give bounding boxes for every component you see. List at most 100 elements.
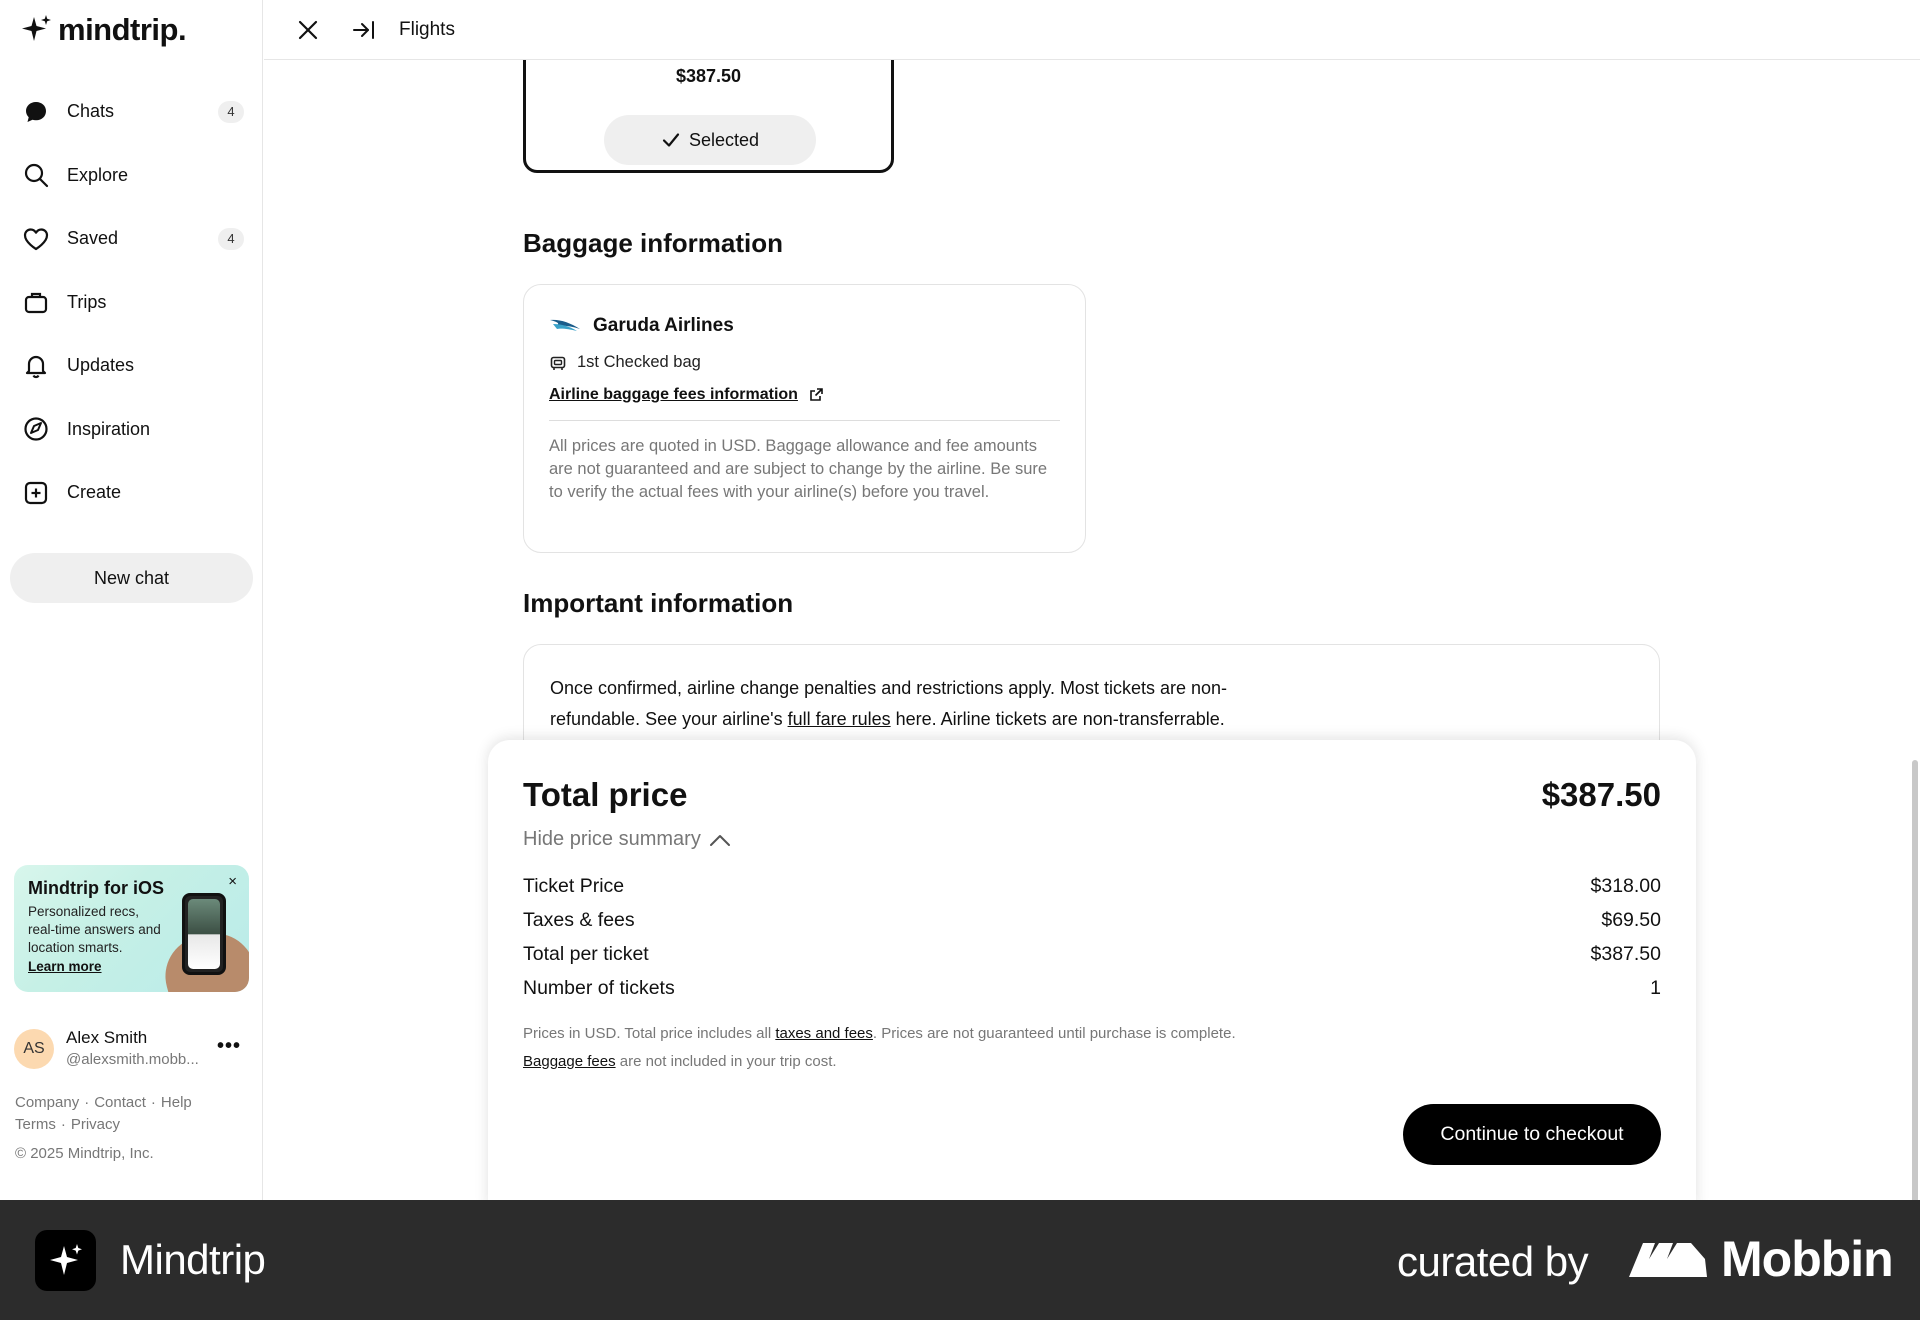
sidebar-item-label: Updates <box>67 355 135 376</box>
chat-bubble-icon <box>22 98 50 126</box>
external-link-icon <box>810 388 823 401</box>
price-row: Ticket Price $318.00 <box>523 875 1661 909</box>
sidebar-item-inspiration[interactable]: Inspiration <box>0 398 263 462</box>
taxes-and-fees-link[interactable]: taxes and fees <box>775 1025 873 1042</box>
price-row: Total per ticket $387.50 <box>523 943 1661 977</box>
row-value: $318.00 <box>1590 875 1662 897</box>
price-row: Number of tickets 1 <box>523 977 1661 1011</box>
toggle-label: Hide price summary <box>523 828 701 850</box>
fine-text: . Prices are not guaranteed until purcha… <box>872 1025 1236 1042</box>
collapse-panel-icon[interactable] <box>352 18 376 42</box>
baggage-card: Garuda Airlines 1st Checked bag Airline … <box>523 284 1086 553</box>
mobbin-mark-icon <box>1629 1243 1707 1277</box>
sidebar-item-chats[interactable]: Chats 4 <box>0 80 263 144</box>
heart-icon <box>22 225 50 253</box>
airline-row: Garuda Airlines <box>549 315 734 337</box>
selected-fare-card[interactable]: $387.50 Selected <box>523 60 894 173</box>
sidebar-nav: Chats 4 Explore Saved 4 Trips Updates In… <box>0 80 263 525</box>
brand-name: mindtrip. <box>58 12 187 47</box>
important-info-heading: Important information <box>523 588 794 618</box>
sidebar-item-create[interactable]: Create <box>0 461 263 525</box>
learn-more-link[interactable]: Learn more <box>28 959 102 974</box>
terms-link[interactable]: Terms <box>15 1116 56 1133</box>
copyright: © 2025 Mindtrip, Inc. <box>15 1145 154 1162</box>
footer-links: Company · Contact · Help Terms · Privacy <box>15 1092 192 1136</box>
continue-to-checkout-button[interactable]: Continue to checkout <box>1403 1104 1661 1165</box>
curated-by-label: curated by <box>1397 1238 1589 1285</box>
fare-price: $387.50 <box>675 66 742 86</box>
new-chat-button[interactable]: New chat <box>10 553 253 603</box>
sidebar-item-explore[interactable]: Explore <box>0 144 263 208</box>
separator: · <box>150 1094 156 1111</box>
sidebar-item-label: Saved <box>67 228 119 249</box>
promo-description: Personalized recs, real-time answers and… <box>28 904 161 955</box>
user-name: Alex Smith <box>66 1028 148 1047</box>
sidebar-item-label: Trips <box>67 291 107 312</box>
row-value: $387.50 <box>1590 943 1662 965</box>
separator: · <box>60 1116 66 1133</box>
fine-text: Prices in USD. Total price includes all <box>523 1025 776 1042</box>
privacy-link[interactable]: Privacy <box>71 1116 120 1133</box>
total-price-label: Total price <box>523 776 688 813</box>
total-price-value: $387.50 <box>1541 776 1661 813</box>
more-options-icon[interactable]: ••• <box>217 1035 241 1058</box>
row-label: Ticket Price <box>523 875 625 897</box>
important-info-text: Once confirmed, airline change penalties… <box>550 673 1290 735</box>
sidebar-item-saved[interactable]: Saved 4 <box>0 207 263 271</box>
row-value: $69.50 <box>1601 909 1661 931</box>
plus-square-icon <box>22 479 50 507</box>
sidebar-item-label: Explore <box>67 164 129 185</box>
garuda-airline-logo-icon <box>550 319 580 331</box>
row-label: Total per ticket <box>523 943 649 965</box>
luggage-icon <box>550 356 566 370</box>
phone-illustration <box>182 893 226 975</box>
sidebar-item-label: Chats <box>67 101 115 122</box>
checked-bag-row: 1st Checked bag <box>549 353 701 372</box>
close-icon[interactable] <box>296 18 320 42</box>
sparkle-logo-icon <box>22 15 51 41</box>
info-text-part: here. Airline tickets are non-transferra… <box>890 709 1225 729</box>
page-title: Flights <box>399 19 455 40</box>
compass-icon <box>22 415 50 443</box>
baggage-fees-link[interactable]: Baggage fees <box>523 1053 616 1070</box>
row-label: Number of tickets <box>523 977 675 999</box>
user-handle: @alexsmith.mobb... <box>66 1051 199 1068</box>
suitcase-icon <box>22 288 50 316</box>
sidebar: mindtrip. Chats 4 Explore Saved 4 Trips … <box>0 0 263 1200</box>
sidebar-item-updates[interactable]: Updates <box>0 334 263 398</box>
fine-text: are not included in your trip cost. <box>615 1053 837 1070</box>
mobbin-logo: Mobbin <box>1627 1230 1894 1288</box>
baggage-heading: Baggage information <box>523 228 784 258</box>
mindtrip-logo[interactable]: mindtrip. <box>20 12 187 48</box>
company-link[interactable]: Company <box>15 1094 79 1111</box>
brand-bar: Mindtrip curated by Mobbin <box>0 1200 1920 1320</box>
app-name: Mindtrip <box>120 1236 266 1283</box>
chevron-up-icon <box>709 834 730 846</box>
promo-title: Mindtrip for iOS <box>28 878 164 898</box>
panel-header: Flights <box>264 0 1920 60</box>
search-icon <box>22 161 50 189</box>
airline-name: Garuda Airlines <box>593 315 734 336</box>
hide-price-summary-toggle[interactable]: Hide price summary <box>523 828 731 851</box>
separator: · <box>84 1094 90 1111</box>
user-profile[interactable]: AS Alex Smith @alexsmith.mobb... ••• <box>14 1027 249 1071</box>
help-link[interactable]: Help <box>161 1094 192 1111</box>
full-fare-rules-link[interactable]: full fare rules <box>788 709 891 729</box>
contact-link[interactable]: Contact <box>94 1094 146 1111</box>
flight-details-panel: $387.50 Selected Baggage information Gar… <box>264 60 1920 1200</box>
scrollbar[interactable] <box>1912 760 1918 1200</box>
baggage-disclaimer: All prices are quoted in USD. Baggage al… <box>549 437 1048 501</box>
mindtrip-app-icon <box>35 1230 96 1291</box>
selected-label: Selected <box>688 129 760 150</box>
count-badge: 4 <box>218 100 244 123</box>
close-icon[interactable]: × <box>228 873 237 890</box>
count-badge: 4 <box>218 227 244 250</box>
price-summary-sheet: Total price $387.50 Hide price summary T… <box>488 740 1696 1200</box>
sidebar-item-label: Create <box>67 482 122 503</box>
price-row: Taxes & fees $69.50 <box>523 909 1661 943</box>
checked-bag-label: 1st Checked bag <box>577 353 701 371</box>
sidebar-item-trips[interactable]: Trips <box>0 271 263 335</box>
selected-button[interactable]: Selected <box>604 115 816 165</box>
price-disclaimer: Prices in USD. Total price includes all … <box>523 1020 1236 1076</box>
baggage-fees-link[interactable]: Airline baggage fees information <box>549 386 824 404</box>
